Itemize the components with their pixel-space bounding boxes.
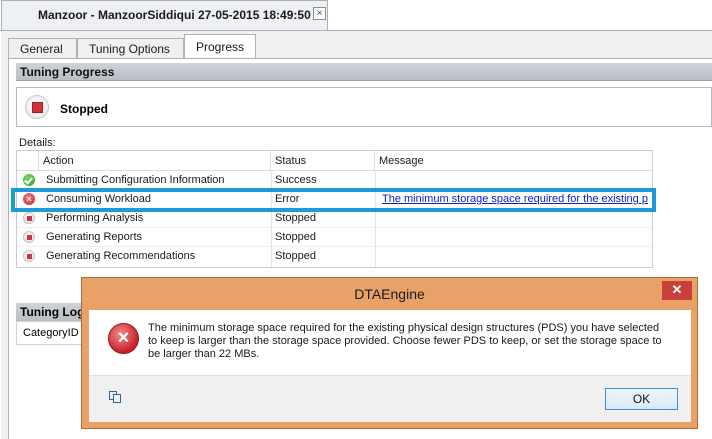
row-message: [378, 247, 648, 266]
grid-divider: [375, 171, 376, 267]
tuning-progress-header: Tuning Progress: [16, 63, 712, 81]
session-close-icon[interactable]: ×: [313, 7, 326, 20]
column-message[interactable]: Message: [375, 151, 652, 171]
dialog-close-icon[interactable]: ✕: [662, 281, 692, 300]
details-label: Details:: [19, 137, 56, 149]
ok-button[interactable]: OK: [605, 388, 678, 410]
dialog-footer: OK: [89, 375, 691, 422]
tab-general[interactable]: General: [8, 38, 77, 58]
progress-state: Stopped: [60, 102, 108, 116]
table-row[interactable]: Generating Reports Stopped: [17, 228, 652, 247]
error-dialog: DTAEngine ✕ × The minimum storage space …: [81, 277, 698, 429]
session-tab[interactable]: Manzoor - ManzoorSiddiqui 27-05-2015 18:…: [1, 0, 328, 30]
row-status: Stopped: [275, 231, 316, 243]
column-status[interactable]: Status: [271, 151, 375, 171]
row-action: Generating Reports: [46, 231, 142, 243]
session-title: Manzoor - ManzoorSiddiqui 27-05-2015 18:…: [38, 8, 311, 22]
progress-status-box: Stopped: [16, 87, 712, 127]
tab-progress[interactable]: Progress: [184, 34, 256, 58]
stopped-icon: [23, 212, 35, 224]
row-action: Generating Recommendations: [46, 250, 196, 262]
dialog-body: × The minimum storage space required for…: [89, 310, 691, 422]
row-message: [378, 228, 648, 247]
grid-divider: [271, 171, 272, 267]
column-action[interactable]: Action: [39, 151, 271, 171]
grid-header: Action Status Message: [17, 151, 652, 171]
success-check-icon: [23, 174, 35, 186]
error-row-highlight: [11, 188, 656, 212]
stopped-icon: [25, 95, 49, 119]
dialog-message: The minimum storage space required for t…: [148, 322, 662, 360]
stopped-icon: [23, 250, 35, 262]
tab-tuning-options[interactable]: Tuning Options: [77, 38, 184, 58]
error-icon: ×: [108, 323, 139, 354]
grid-header-icon-col: [17, 151, 39, 171]
copy-icon[interactable]: [109, 391, 122, 403]
row-status: Stopped: [275, 250, 316, 262]
stopped-icon: [23, 231, 35, 243]
table-row[interactable]: Generating Recommendations Stopped: [17, 247, 652, 266]
dialog-title: DTAEngine: [354, 286, 425, 302]
